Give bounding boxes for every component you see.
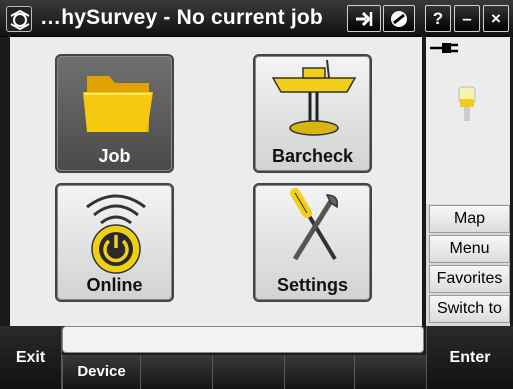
job-tile[interactable]: Job (55, 54, 174, 173)
barcheck-tile[interactable]: Barcheck (253, 54, 372, 173)
softkey-5[interactable] (354, 355, 426, 389)
online-label: Online (86, 275, 143, 295)
left-strip (0, 37, 10, 326)
status-pane (426, 37, 510, 204)
favorites-button[interactable]: Favorites (429, 265, 510, 293)
minimize-button[interactable]: – (454, 5, 480, 32)
trimble-logo-icon[interactable] (6, 6, 32, 32)
barcheck-label: Barcheck (271, 146, 354, 166)
softkey-4[interactable] (284, 355, 354, 389)
settings-label: Settings (276, 275, 348, 295)
window-title: …hySurvey - No current job (40, 6, 323, 29)
help-button[interactable]: ? (425, 5, 451, 32)
map-button[interactable]: Map (429, 205, 510, 233)
softkey-3[interactable] (212, 355, 284, 389)
login-arrow-button[interactable] (347, 5, 381, 32)
job-label: Job (98, 146, 131, 166)
login-arrow-icon (356, 11, 373, 27)
no-entry-icon (391, 11, 407, 27)
side-menu: Map Menu Favorites Switch to (426, 204, 510, 326)
main-panel: Job Barcheck Online Settings (10, 37, 422, 326)
switch-to-button[interactable]: Switch to (429, 295, 510, 323)
online-tile[interactable]: Online (55, 183, 174, 302)
stop-button[interactable] (383, 5, 415, 32)
enter-button[interactable]: Enter (426, 326, 513, 389)
gnss-receiver-icon (458, 86, 476, 121)
softkey-2[interactable] (140, 355, 212, 389)
softkey-device[interactable]: Device (62, 355, 140, 389)
title-bar: …hySurvey - No current job ? – × (0, 0, 513, 37)
power-plug-icon (430, 43, 458, 53)
exit-button[interactable]: Exit (0, 326, 62, 389)
settings-tile[interactable]: Settings (253, 183, 372, 302)
command-input[interactable] (62, 326, 424, 353)
menu-button[interactable]: Menu (429, 235, 510, 263)
close-button[interactable]: × (483, 5, 509, 32)
